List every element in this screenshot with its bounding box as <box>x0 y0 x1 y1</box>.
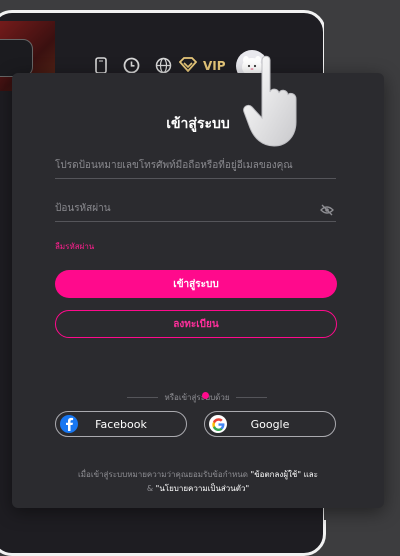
facebook-label: Facebook <box>95 417 147 431</box>
divider-line <box>127 397 159 398</box>
login-panel: เข้าสู่ระบบ ลืมรหัสผ่าน เข้าสู่ระบบ ลงทะ… <box>12 73 384 508</box>
google-icon <box>209 415 227 433</box>
facebook-icon <box>60 415 78 433</box>
identifier-field[interactable] <box>55 152 336 179</box>
terms-and: และ <box>301 470 318 479</box>
login-title: เข้าสู่ระบบ <box>166 116 230 132</box>
register-button[interactable]: ลงทะเบียน <box>55 310 337 338</box>
terms-amp: & <box>146 484 156 493</box>
divider-line <box>235 397 268 398</box>
google-label: Google <box>250 417 290 431</box>
identifier-input[interactable] <box>55 152 336 178</box>
login-button[interactable]: เข้าสู่ระบบ <box>55 270 337 298</box>
forgot-password-link[interactable]: ลืมรหัสผ่าน <box>55 240 94 253</box>
google-login-button[interactable]: Google <box>204 411 336 437</box>
terms-prefix: เมื่อเข้าสู่ระบบหมายความว่าคุณยอมรับข้อก… <box>78 470 251 479</box>
pink-dot <box>202 392 209 399</box>
search-input[interactable] <box>0 39 33 77</box>
vip-label: VIP <box>203 59 226 73</box>
pointing-hand-icon <box>243 55 297 147</box>
privacy-policy-link[interactable]: "นโยบายความเป็นส่วนตัว" <box>156 484 250 493</box>
user-agreement-link[interactable]: "ข้อตกลงผู้ใช้" <box>251 470 302 479</box>
phone-icon[interactable] <box>91 55 111 75</box>
globe-icon[interactable] <box>153 55 173 75</box>
or-login-with-label: หรือเข้าสู่ระบบด้วย <box>164 393 230 402</box>
social-divider: หรือเข้าสู่ระบบด้วย <box>127 391 268 404</box>
facebook-login-button[interactable]: Facebook <box>55 411 187 437</box>
terms-text: เมื่อเข้าสู่ระบบหมายความว่าคุณยอมรับข้อก… <box>32 468 364 496</box>
password-input[interactable] <box>55 195 336 221</box>
clock-icon[interactable] <box>121 55 141 75</box>
eye-hidden-icon[interactable] <box>320 201 334 216</box>
password-field[interactable] <box>55 195 336 222</box>
